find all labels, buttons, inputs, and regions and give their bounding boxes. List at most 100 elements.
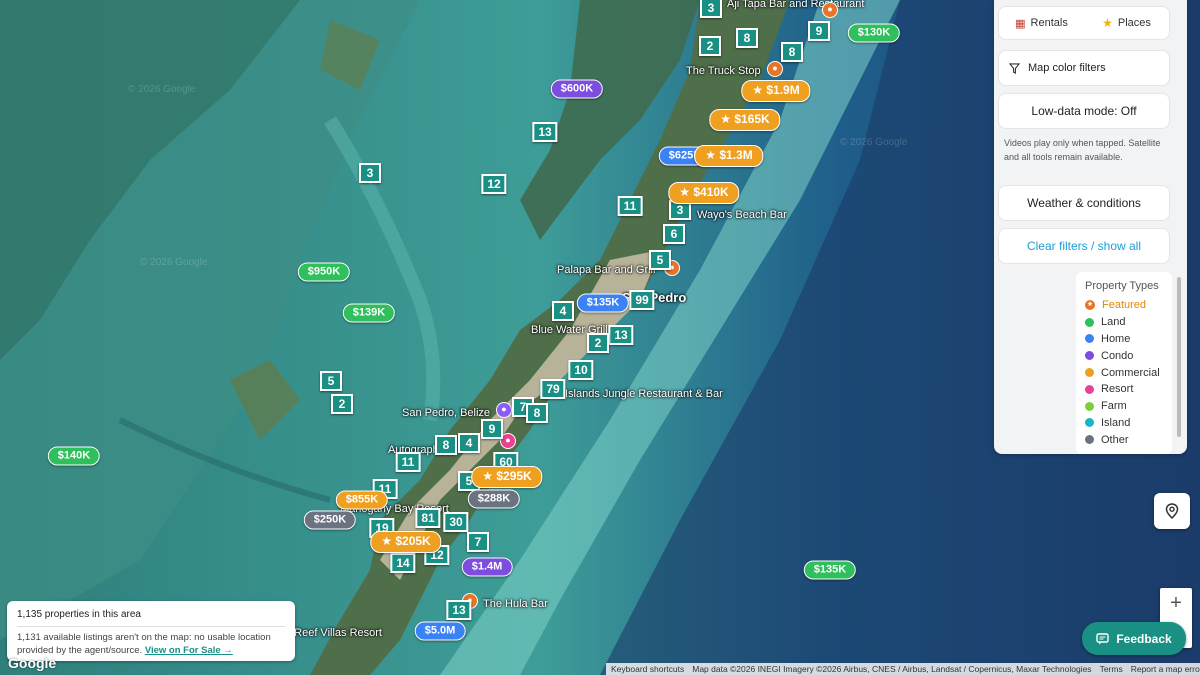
listing-cluster[interactable]: 14 bbox=[390, 553, 416, 573]
view-for-sale-link[interactable]: View on For Sale → bbox=[145, 645, 233, 656]
price-marker[interactable]: $288K bbox=[467, 489, 521, 509]
legend-label: Condo bbox=[1101, 349, 1134, 362]
legend-dot bbox=[1085, 317, 1094, 327]
listing-cluster[interactable]: 8 bbox=[435, 435, 457, 455]
legend-label: Island bbox=[1101, 416, 1131, 429]
listing-cluster[interactable]: 7 bbox=[467, 532, 489, 552]
properties-count: 1,135 properties in this area bbox=[17, 609, 141, 620]
place-label[interactable]: Palapa Bar and Grill bbox=[557, 264, 655, 276]
price-marker[interactable]: $140K bbox=[47, 446, 101, 466]
tab-rentals[interactable]: ▦ Rentals bbox=[999, 7, 1084, 39]
legend-item-home[interactable]: Home bbox=[1085, 331, 1163, 348]
place-label[interactable]: The Truck Stop bbox=[686, 65, 761, 77]
listing-cluster[interactable]: 99 bbox=[629, 290, 655, 310]
listing-cluster[interactable]: 13 bbox=[446, 600, 472, 620]
legend-label: Commercial bbox=[1101, 366, 1160, 379]
zoom-in-button[interactable]: + bbox=[1160, 588, 1192, 618]
feedback-button[interactable]: Feedback bbox=[1082, 622, 1186, 655]
price-marker[interactable]: $855K bbox=[335, 490, 389, 510]
listing-cluster[interactable]: 5 bbox=[649, 250, 671, 270]
terms-link[interactable]: Terms bbox=[1100, 663, 1123, 675]
locate-button[interactable] bbox=[1154, 493, 1190, 529]
place-label[interactable]: The Hula Bar bbox=[483, 598, 548, 610]
price-marker[interactable]: $130K bbox=[847, 23, 901, 43]
listing-cluster[interactable]: 4 bbox=[458, 433, 480, 453]
legend-item-other[interactable]: Other bbox=[1085, 431, 1163, 448]
legend-scrollbar[interactable] bbox=[1176, 272, 1182, 454]
price-marker[interactable]: $1.4M bbox=[461, 557, 513, 577]
place-label[interactable]: San Pedro, Belize bbox=[402, 407, 490, 419]
listing-cluster[interactable]: 30 bbox=[443, 512, 469, 532]
listing-cluster[interactable]: 81 bbox=[415, 508, 441, 528]
report-error-link[interactable]: Report a map error bbox=[1131, 663, 1200, 675]
restaurant-icon[interactable]: ● bbox=[767, 61, 783, 77]
keyboard-shortcuts-link[interactable]: Keyboard shortcuts bbox=[611, 663, 684, 675]
listing-cluster[interactable]: 8 bbox=[526, 403, 548, 423]
place-label[interactable]: Aji Tapa Bar and Restaurant bbox=[727, 0, 864, 10]
place-label[interactable]: Wayo's Beach Bar bbox=[697, 209, 787, 221]
legend-item-condo[interactable]: Condo bbox=[1085, 347, 1163, 364]
legend-item-commercial[interactable]: Commercial bbox=[1085, 364, 1163, 381]
unmapped-note: 1,131 available listings aren't on the m… bbox=[17, 631, 285, 657]
featured-price-marker[interactable]: ★ $295K bbox=[471, 466, 543, 488]
listing-cluster[interactable]: 13 bbox=[608, 325, 634, 345]
listing-cluster[interactable]: 3 bbox=[700, 0, 722, 18]
legend-item-island[interactable]: Island bbox=[1085, 415, 1163, 432]
map-color-filters-button[interactable]: Map color filters bbox=[998, 50, 1170, 86]
listing-cluster[interactable]: 11 bbox=[617, 196, 643, 216]
legend-dot bbox=[1085, 401, 1094, 411]
tab-label: Rentals bbox=[1030, 17, 1068, 29]
legend-label: Resort bbox=[1101, 383, 1134, 396]
tab-places[interactable]: ★ Places bbox=[1084, 7, 1169, 39]
listing-cluster[interactable]: 3 bbox=[359, 163, 381, 183]
listing-cluster[interactable]: 13 bbox=[532, 122, 558, 142]
divider bbox=[17, 626, 285, 627]
listing-cluster[interactable]: 6 bbox=[663, 224, 685, 244]
legend-item-resort[interactable]: Resort bbox=[1085, 381, 1163, 398]
price-marker[interactable]: $135K bbox=[803, 560, 857, 580]
featured-price-marker[interactable]: ★ $165K bbox=[709, 109, 781, 131]
featured-price-marker[interactable]: ★ $1.3M bbox=[694, 145, 764, 167]
listing-cluster[interactable]: 79 bbox=[540, 379, 566, 399]
hotel-icon[interactable]: ● bbox=[496, 402, 512, 418]
listing-cluster[interactable]: 12 bbox=[481, 174, 507, 194]
listings-info-box: 1,135 properties in this area 1,131 avai… bbox=[7, 601, 295, 661]
building-icon: ▦ bbox=[1015, 17, 1026, 30]
price-marker[interactable]: $139K bbox=[342, 303, 396, 323]
featured-price-marker[interactable]: ★ $410K bbox=[668, 182, 740, 204]
price-marker[interactable]: $950K bbox=[297, 262, 351, 282]
legend-item-land[interactable]: Land bbox=[1085, 314, 1163, 331]
featured-price-marker[interactable]: ★ $205K bbox=[370, 531, 442, 553]
price-marker[interactable]: $135K bbox=[576, 293, 630, 313]
clear-filters-button[interactable]: Clear filters / show all bbox=[998, 228, 1170, 264]
low-data-mode-toggle[interactable]: Low-data mode: Off bbox=[998, 93, 1170, 129]
property-type-legend: Property Types ★ Featured Land Home Cond… bbox=[1076, 272, 1172, 454]
listing-cluster[interactable]: 2 bbox=[331, 394, 353, 414]
listing-cluster[interactable]: 9 bbox=[481, 419, 503, 439]
weather-conditions-button[interactable]: Weather & conditions bbox=[998, 185, 1170, 221]
chat-icon bbox=[1096, 632, 1110, 644]
place-label[interactable]: Islands Jungle Restaurant & Bar bbox=[565, 388, 723, 400]
legend-dot bbox=[1085, 384, 1094, 394]
listing-cluster[interactable]: 10 bbox=[568, 360, 594, 380]
listing-cluster[interactable]: 8 bbox=[736, 28, 758, 48]
listing-cluster[interactable]: 5 bbox=[320, 371, 342, 391]
side-panel: ▦ Rentals ★ Places Map color filters Low… bbox=[994, 0, 1187, 454]
price-marker[interactable]: $250K bbox=[303, 510, 357, 530]
listing-cluster[interactable]: 9 bbox=[808, 21, 830, 41]
legend-label: Farm bbox=[1101, 400, 1127, 413]
price-marker[interactable]: $600K bbox=[550, 79, 604, 99]
listing-cluster[interactable]: 8 bbox=[781, 42, 803, 62]
featured-price-marker[interactable]: ★ $1.9M bbox=[741, 80, 811, 102]
scroll-thumb[interactable] bbox=[1177, 277, 1181, 437]
listing-cluster[interactable]: 11 bbox=[395, 452, 421, 472]
map-watermark: © 2026 Google bbox=[140, 257, 208, 268]
listing-cluster[interactable]: 4 bbox=[552, 301, 574, 321]
filter-icon bbox=[1009, 62, 1020, 74]
legend-item-featured[interactable]: ★ Featured bbox=[1085, 297, 1163, 314]
listing-cluster[interactable]: 2 bbox=[587, 333, 609, 353]
price-marker[interactable]: $5.0M bbox=[414, 621, 466, 641]
listing-cluster[interactable]: 2 bbox=[699, 36, 721, 56]
legend-item-farm[interactable]: Farm bbox=[1085, 398, 1163, 415]
restaurant-icon[interactable]: ● bbox=[822, 2, 838, 18]
